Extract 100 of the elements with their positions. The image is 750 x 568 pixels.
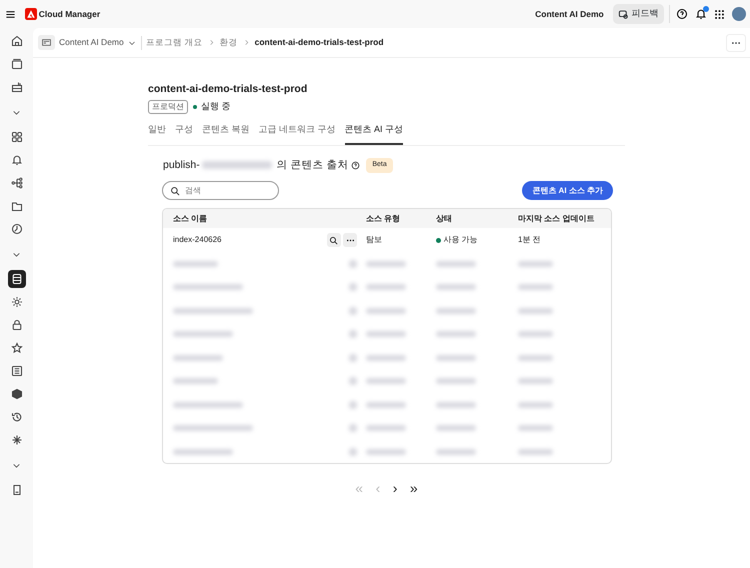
blurred-text bbox=[518, 284, 553, 290]
status-dot bbox=[436, 238, 441, 242]
tab[interactable]: 콘텐츠 AI 구성 bbox=[344, 123, 404, 144]
blurred-text bbox=[518, 448, 553, 454]
page-button[interactable]: » bbox=[406, 478, 422, 500]
blurred-icon bbox=[349, 377, 357, 385]
blurred-icon bbox=[349, 448, 357, 456]
clock-icon bbox=[10, 223, 22, 235]
blurred-text bbox=[366, 284, 406, 290]
chevron-icon bbox=[242, 39, 250, 46]
status-dot bbox=[192, 105, 196, 109]
blurred-text bbox=[518, 354, 553, 360]
blurred-text bbox=[436, 354, 476, 360]
feedback-icon bbox=[618, 8, 630, 20]
blurred-text bbox=[436, 331, 476, 337]
column-header: 소스 이름 bbox=[172, 212, 208, 225]
blurred-text bbox=[366, 354, 406, 360]
tab[interactable]: 구성 bbox=[175, 123, 193, 144]
blurred-text bbox=[518, 402, 553, 408]
blurred-icon bbox=[349, 400, 357, 408]
search-icon bbox=[329, 236, 338, 244]
search-field[interactable]: 검색 bbox=[162, 181, 279, 200]
home-icon bbox=[10, 35, 22, 47]
search-icon bbox=[170, 186, 180, 196]
grid-icon bbox=[10, 131, 22, 143]
section-title: publish- bbox=[163, 158, 200, 172]
environment-tag: 프로덕션 bbox=[148, 100, 188, 114]
blurred-text bbox=[366, 308, 406, 314]
menu-icon bbox=[4, 8, 16, 20]
tab[interactable]: 콘텐츠 복원 bbox=[202, 123, 250, 144]
blurred-text bbox=[173, 331, 233, 337]
blurred-text bbox=[518, 378, 553, 384]
blurred-text bbox=[366, 378, 406, 384]
column-header: 상태 bbox=[436, 212, 453, 225]
blurred-icon bbox=[349, 260, 357, 268]
sparkle-icon bbox=[10, 434, 22, 446]
table-cell: index-240626 bbox=[173, 234, 222, 246]
blurred-text bbox=[173, 260, 218, 266]
notifications-button[interactable] bbox=[695, 8, 707, 20]
blurred-text bbox=[518, 260, 553, 266]
apps-grid-icon bbox=[714, 8, 725, 20]
status-text: 실행 중 bbox=[201, 100, 231, 114]
blurred-text bbox=[366, 425, 406, 431]
menu-button[interactable] bbox=[4, 8, 16, 20]
blurred-text bbox=[518, 308, 553, 314]
avatar[interactable] bbox=[732, 7, 746, 21]
table-cell-text: 탐보 bbox=[366, 234, 383, 246]
help-icon bbox=[676, 8, 688, 20]
app-name: Cloud Manager bbox=[38, 8, 100, 20]
blurred-text bbox=[518, 425, 553, 431]
blurred-text bbox=[173, 402, 243, 408]
help-button[interactable] bbox=[676, 8, 688, 20]
section-title: 의 콘텐츠 출처 bbox=[276, 158, 348, 172]
tab[interactable]: 고급 네트워크 구성 bbox=[258, 123, 336, 144]
blurred-icon bbox=[349, 330, 357, 338]
column-header: 소스 유형 bbox=[366, 212, 402, 225]
more-button[interactable] bbox=[343, 233, 357, 247]
environment-title: content-ai-demo-trials-test-prod bbox=[148, 82, 308, 97]
breadcrumb-link[interactable]: 프로그램 개요 bbox=[146, 36, 203, 49]
breadcrumb-link[interactable]: 환경 bbox=[220, 36, 238, 49]
blurred-text bbox=[173, 284, 243, 290]
bell-icon bbox=[10, 154, 22, 166]
blurred-text bbox=[436, 402, 476, 408]
blurred-text bbox=[436, 378, 476, 384]
blurred-text bbox=[366, 448, 406, 454]
blurred-text bbox=[518, 331, 553, 337]
chevron-icon bbox=[208, 39, 215, 46]
column-header: 마지막 소스 업데이트 bbox=[518, 212, 596, 225]
blurred-text bbox=[366, 402, 406, 408]
sidebar-item[interactable] bbox=[8, 270, 26, 288]
star-icon bbox=[10, 342, 22, 354]
blurred-icon bbox=[349, 306, 357, 314]
table-cell: 사용 가능 bbox=[443, 234, 478, 246]
feedback-button[interactable]: 피드백 bbox=[612, 4, 664, 24]
blurred-text bbox=[436, 260, 476, 266]
org-name: Content AI Demo bbox=[535, 8, 604, 20]
lock-icon bbox=[10, 319, 22, 331]
add-source-button[interactable]: 콘텐츠 AI 소스 추가 bbox=[522, 181, 613, 200]
tab[interactable]: 일반 bbox=[148, 123, 166, 144]
list-icon bbox=[10, 365, 22, 377]
search-button[interactable] bbox=[326, 233, 341, 247]
blurred-text bbox=[173, 448, 233, 454]
program-selector[interactable]: Content AI Demo bbox=[38, 35, 136, 50]
history-icon bbox=[10, 411, 22, 423]
folder-icon bbox=[10, 200, 22, 212]
blurred-icon bbox=[349, 354, 357, 362]
blurred-text bbox=[202, 161, 272, 170]
page-button[interactable]: › bbox=[388, 478, 402, 500]
program-icon bbox=[40, 38, 52, 47]
apps-button[interactable] bbox=[714, 8, 725, 20]
network-icon bbox=[10, 177, 22, 189]
blurred-text bbox=[366, 331, 406, 337]
logo-icon bbox=[24, 8, 36, 20]
blurred-text bbox=[436, 308, 476, 314]
breadcrumb-link[interactable]: content-ai-demo-trials-test-prod bbox=[254, 36, 384, 49]
blurred-text bbox=[436, 448, 476, 454]
blurred-text bbox=[173, 354, 223, 360]
gear-icon bbox=[10, 296, 22, 308]
blurred-icon bbox=[349, 283, 357, 291]
blurred-text bbox=[436, 284, 476, 290]
